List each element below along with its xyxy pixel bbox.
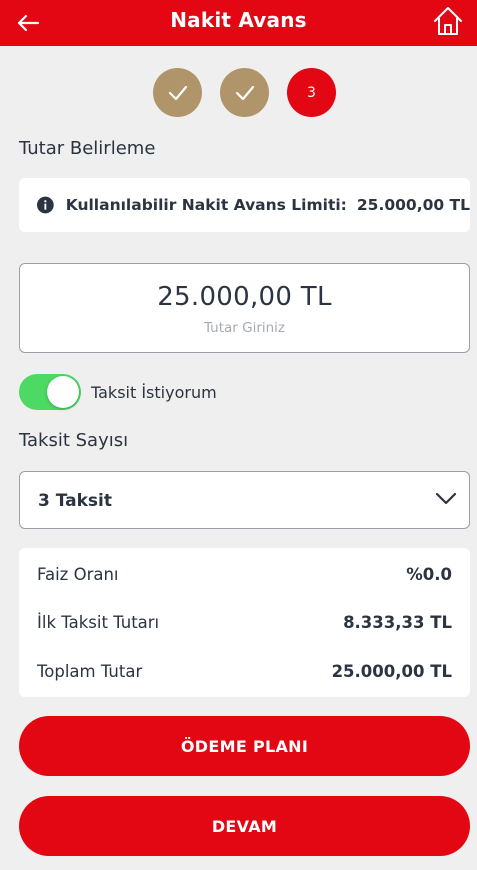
check-icon [168, 85, 187, 100]
installment-section-title: Taksit Sayısı [19, 430, 129, 451]
detail-label: Faiz Oranı [37, 565, 119, 584]
limit-info-card: Kullanılabilir Nakit Avans Limiti: 25.00… [19, 178, 470, 232]
detail-value: 25.000,00 TL [331, 662, 452, 681]
page-title: Nakit Avans [170, 8, 307, 32]
step-indicator: 3 [0, 68, 477, 118]
continue-button[interactable]: DEVAM [19, 796, 470, 856]
amount-value: 25.000,00 TL [157, 282, 332, 312]
limit-label: Kullanılabilir Nakit Avans Limiti: [65, 196, 347, 214]
installment-toggle-label: Taksit İstiyorum [91, 383, 217, 402]
installment-toggle[interactable] [19, 374, 81, 410]
detail-value: 8.333,33 TL [343, 613, 452, 632]
home-icon[interactable] [431, 4, 465, 38]
amount-input[interactable]: 25.000,00 TL Tutar Giriniz [19, 263, 470, 353]
payment-plan-button[interactable]: ÖDEME PLANI [19, 716, 470, 776]
toggle-knob [47, 376, 79, 408]
installment-selected-value: 3 Taksit [38, 491, 113, 511]
detail-value: %0.0 [406, 565, 452, 584]
amount-hint: Tutar Giriniz [203, 320, 286, 336]
installment-details-card: Faiz Oranı %0.0 İlk Taksit Tutarı 8.333,… [19, 548, 470, 697]
installment-count-select[interactable]: 3 Taksit [19, 471, 470, 529]
detail-label: İlk Taksit Tutarı [37, 613, 160, 632]
info-icon [37, 196, 54, 214]
check-icon [235, 85, 254, 100]
chevron-down-icon [435, 492, 457, 505]
detail-label: Toplam Tutar [37, 662, 143, 681]
amount-section-title: Tutar Belirleme [19, 138, 156, 159]
step-1-completed [153, 68, 202, 117]
limit-value: 25.000,00 TL [356, 196, 470, 214]
step-3-current: 3 [287, 68, 336, 117]
step-2-completed [220, 68, 269, 117]
app-header: Nakit Avans [0, 0, 477, 46]
